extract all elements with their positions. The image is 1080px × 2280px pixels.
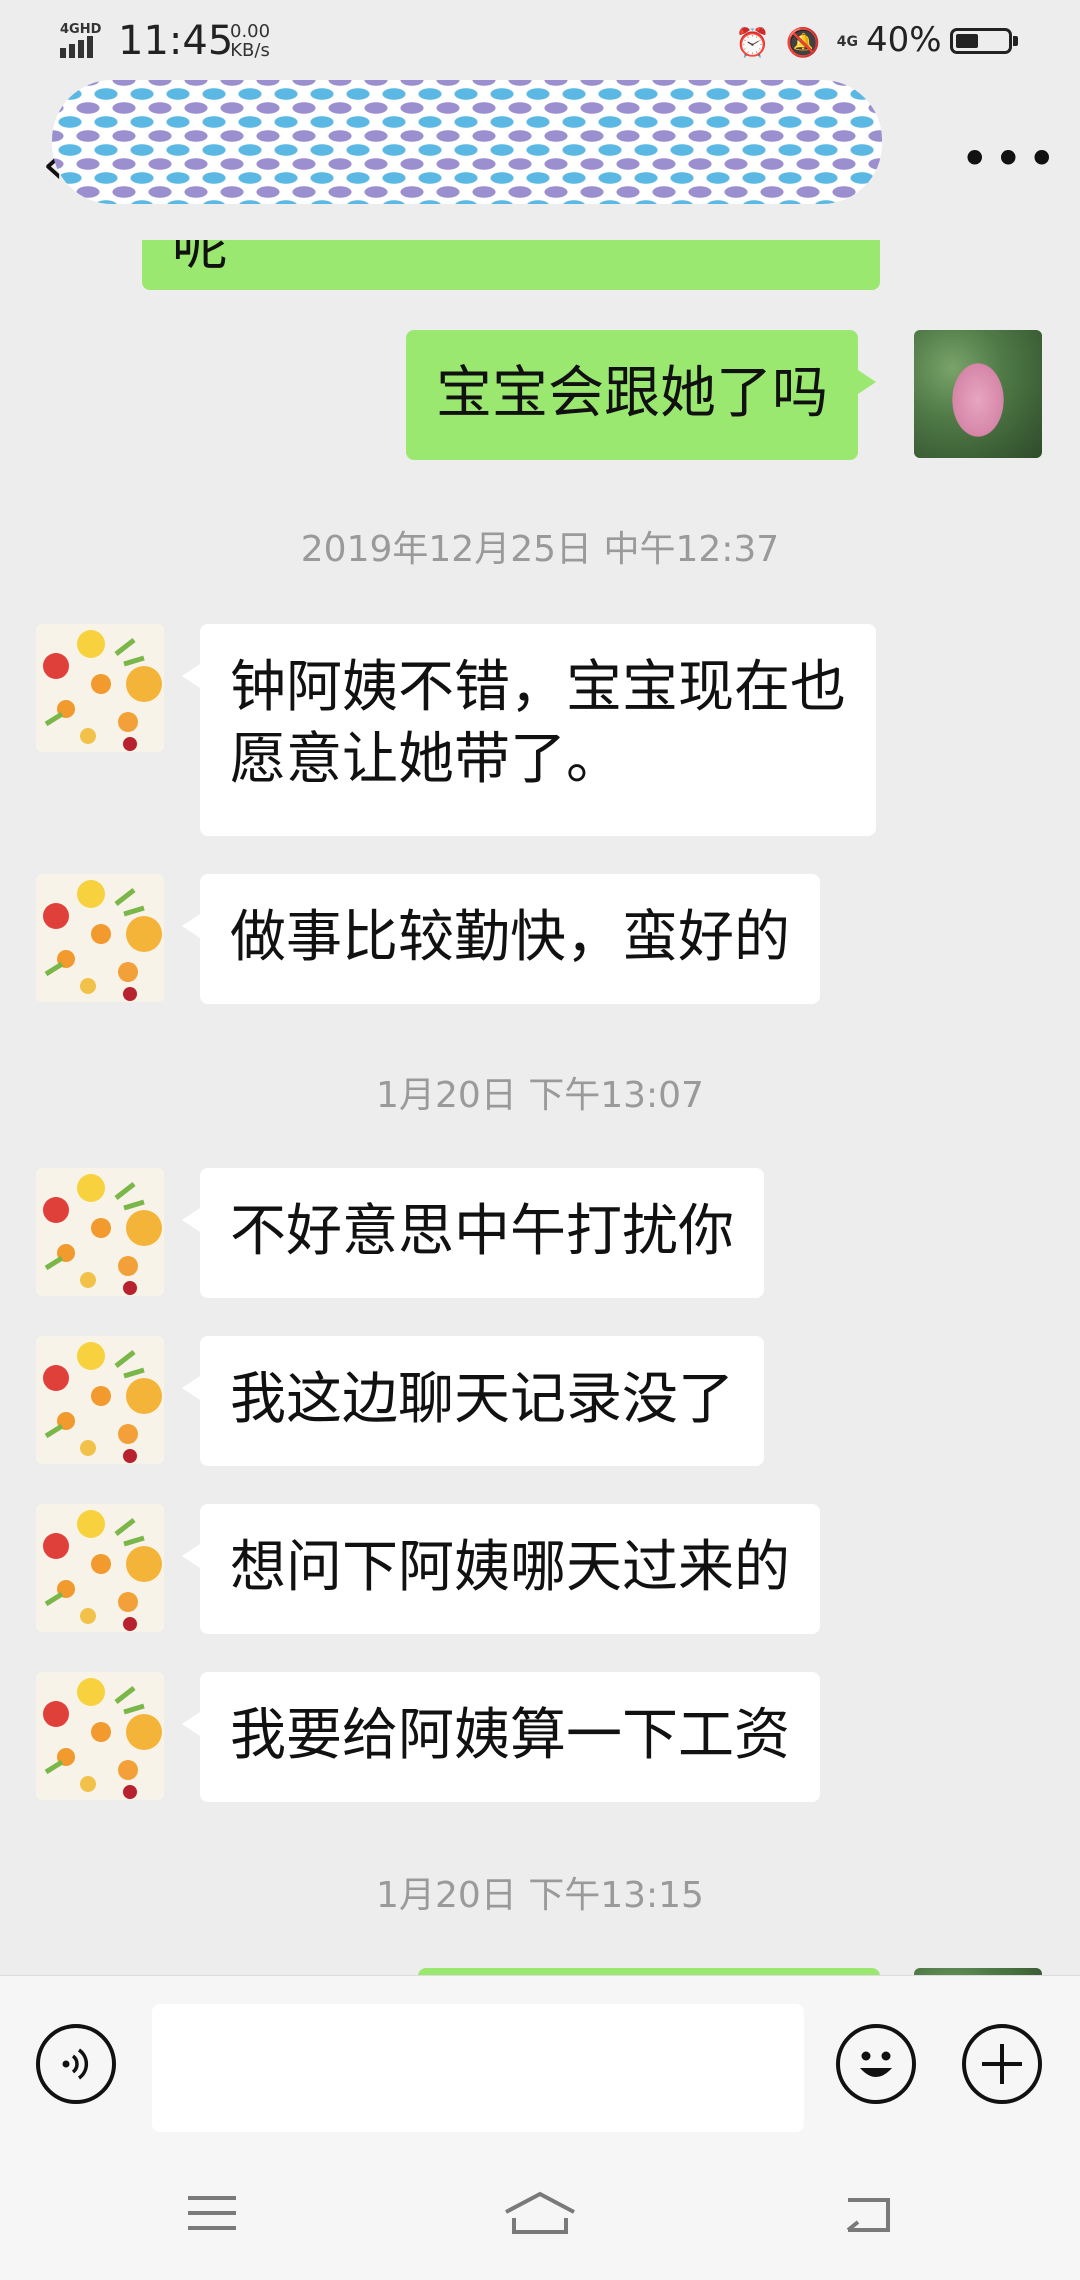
- chat-header: ‹ 嫂 •••: [0, 80, 1080, 240]
- message-text: 不好意思中午打扰你: [230, 1199, 734, 1264]
- time-divider: 1月20日 下午13:15: [376, 1875, 704, 1916]
- input-bar: [0, 1975, 1080, 2151]
- system-nav-bar: [0, 2150, 1080, 2280]
- clock: 11:45: [118, 18, 234, 64]
- message-bubble-in[interactable]: 想问下阿姨哪天过来的: [182, 1504, 820, 1634]
- contact-avatar[interactable]: [36, 1168, 164, 1296]
- home-button[interactable]: [500, 2188, 580, 2238]
- add-button[interactable]: [962, 2024, 1042, 2104]
- message-text-line: 钟阿姨不错，宝宝现在也: [230, 655, 846, 720]
- more-icon[interactable]: •••: [960, 130, 1060, 188]
- message-text: 宝宝会跟她了吗: [436, 361, 828, 426]
- message-text-line: 愿意让她带了。: [230, 727, 622, 792]
- message-bubble-out[interactable]: 宝宝会跟她了吗: [406, 330, 876, 460]
- voice-icon: [62, 2048, 89, 2080]
- net-speed-value: 0.00: [230, 21, 271, 42]
- fruit-avatar-icon: [43, 880, 162, 1001]
- network-type: 4GHD: [60, 22, 102, 37]
- message-input[interactable]: [152, 2004, 804, 2132]
- message-text: 我这边聊天记录没了: [230, 1367, 734, 1432]
- emoji-icon: [860, 2051, 892, 2077]
- my-avatar[interactable]: [914, 1968, 1042, 1975]
- message-bubble-in[interactable]: 我要给阿姨算一下工资: [182, 1672, 820, 1802]
- signal-icon: 4GHD: [60, 22, 106, 58]
- battery-icon: [950, 28, 1018, 54]
- back-nav-icon: [846, 2198, 890, 2232]
- fruit-avatar-icon: [43, 1510, 162, 1631]
- home-icon: [505, 2191, 575, 2234]
- voice-button[interactable]: [36, 2024, 116, 2104]
- fruit-avatar-icon: [43, 630, 162, 751]
- fruit-avatar-icon: [43, 1342, 162, 1463]
- time-divider: 1月20日 下午13:07: [376, 1075, 704, 1116]
- contact-avatar[interactable]: [36, 1672, 164, 1800]
- contact-avatar[interactable]: [36, 1504, 164, 1632]
- fruit-avatar-icon: [43, 1678, 162, 1799]
- message-bubble-out[interactable]: [418, 1968, 880, 1975]
- message-text: 想问下阿姨哪天过来的: [230, 1535, 790, 1600]
- contact-avatar[interactable]: [36, 624, 164, 752]
- message-bubble-in[interactable]: 不好意思中午打扰你: [182, 1168, 764, 1298]
- network-4g-label: 4G: [836, 34, 858, 50]
- message-bubble-in[interactable]: 钟阿姨不错，宝宝现在也 愿意让她带了。: [182, 624, 876, 836]
- message-text: 呢: [172, 240, 228, 278]
- menu-button[interactable]: [182, 2188, 242, 2238]
- mute-icon: 🔕: [785, 25, 821, 59]
- message-list[interactable]: 呢 宝宝会跟她了吗 2019年12月25日 中午12:37 钟阿姨不错，宝宝现在…: [0, 240, 1080, 1975]
- message-bubble-in[interactable]: 做事比较勤快，蛮好的: [182, 874, 820, 1004]
- message-bubble-in[interactable]: 我这边聊天记录没了: [182, 1336, 764, 1466]
- net-speed-unit: KB/s: [230, 40, 270, 61]
- contact-avatar[interactable]: [36, 874, 164, 1002]
- plus-icon: [982, 2044, 1022, 2084]
- status-bar: 4GHD 11:45 0.00 KB/s ⏰ 🔕 4G 40%: [0, 0, 1080, 80]
- net-speed: 0.00 KB/s: [230, 22, 270, 60]
- emoji-button[interactable]: [836, 2024, 916, 2104]
- contact-avatar[interactable]: [36, 1336, 164, 1464]
- my-avatar[interactable]: [914, 330, 1042, 458]
- fruit-avatar-icon: [43, 1174, 162, 1295]
- redaction-overlay: [52, 80, 882, 204]
- back-nav-button[interactable]: [838, 2188, 898, 2238]
- time-divider: 2019年12月25日 中午12:37: [300, 529, 780, 570]
- alarm-icon: ⏰: [735, 25, 770, 59]
- message-text: 我要给阿姨算一下工资: [230, 1703, 790, 1768]
- menu-icon: [188, 2196, 236, 2230]
- status-icons: ⏰ 🔕 4G: [735, 22, 858, 62]
- message-bubble-out[interactable]: 呢: [142, 240, 880, 290]
- message-text: 做事比较勤快，蛮好的: [230, 905, 790, 970]
- battery-percent: 40%: [866, 20, 942, 60]
